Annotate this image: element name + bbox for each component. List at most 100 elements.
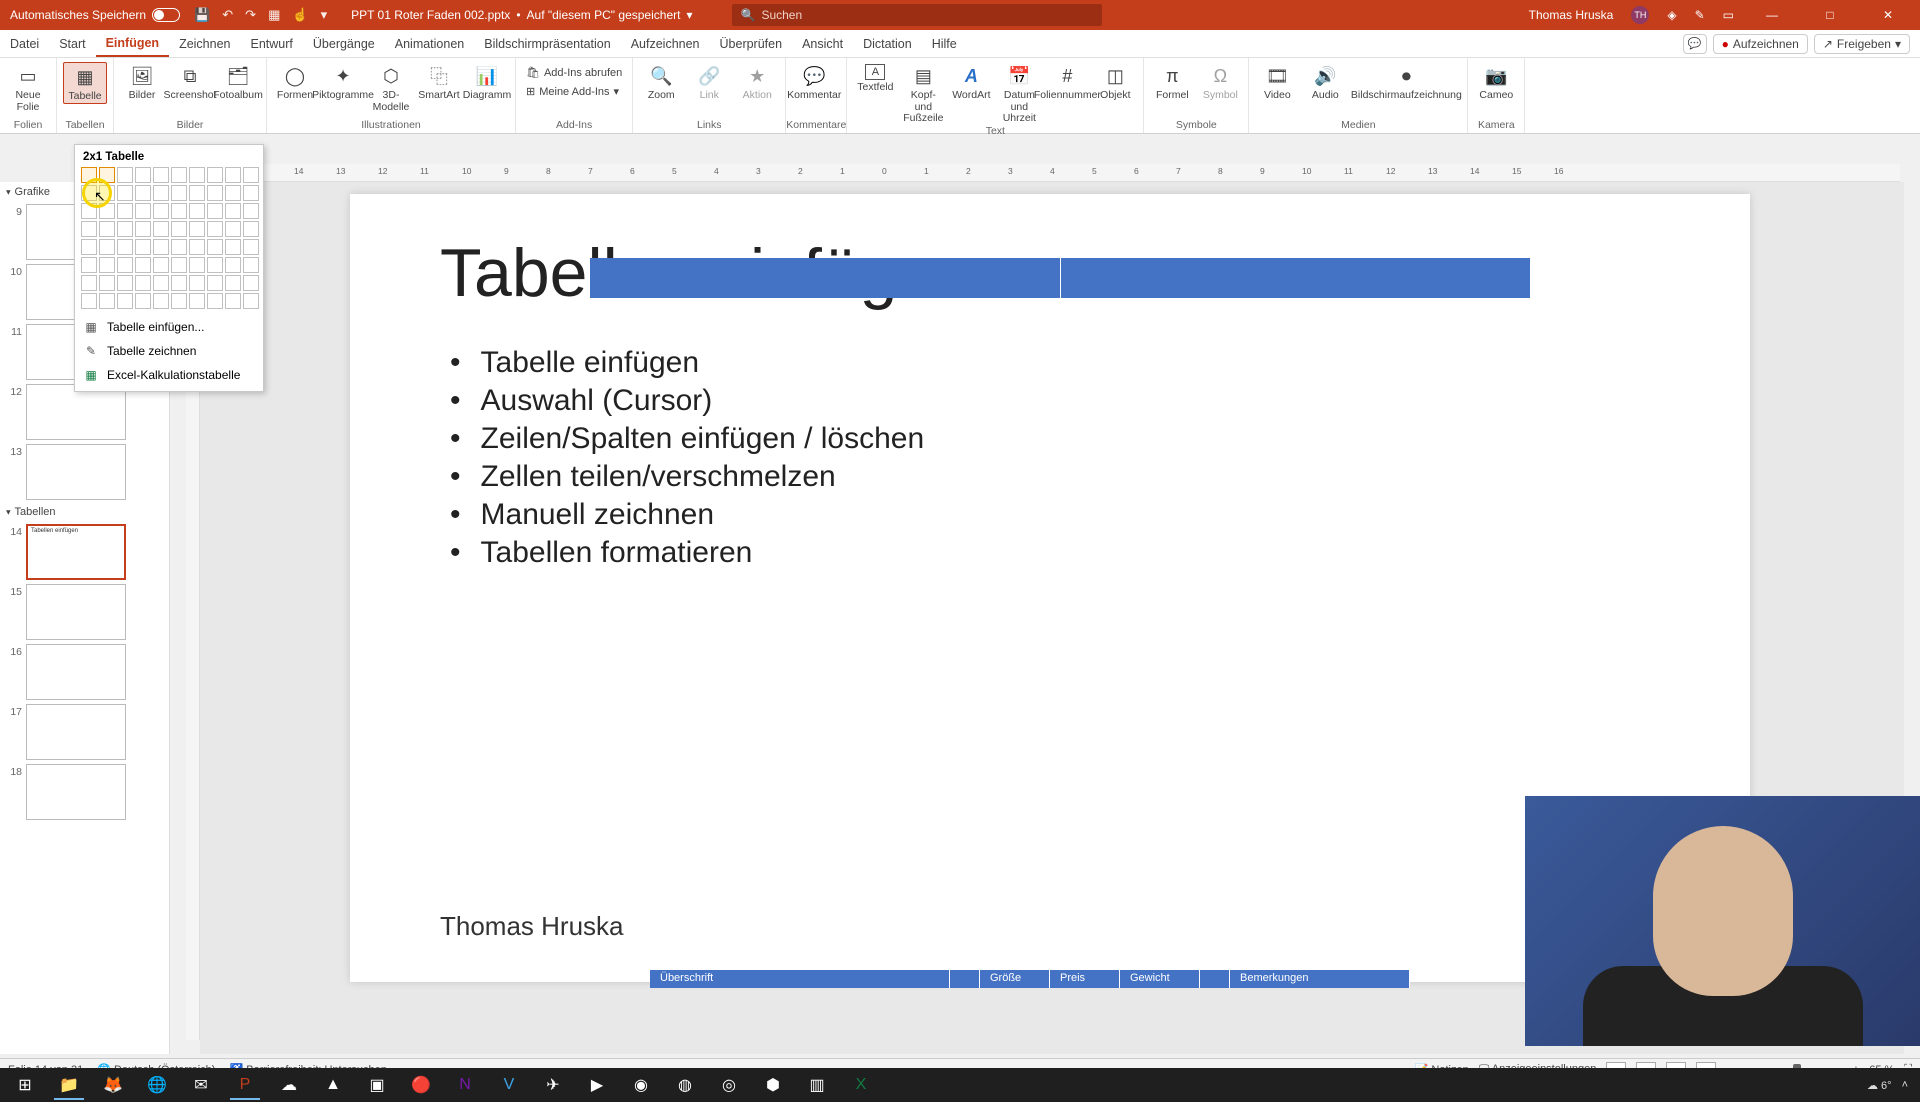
redo-icon[interactable]: ↷ — [245, 7, 256, 23]
grid-cell[interactable] — [171, 167, 187, 183]
app-icon-3[interactable]: 🔴 — [400, 1070, 442, 1100]
grid-cell[interactable] — [153, 239, 169, 255]
app-icon-8[interactable]: ▥ — [796, 1070, 838, 1100]
insert-table-menu[interactable]: ▦Tabelle einfügen... — [81, 315, 257, 339]
grid-cell[interactable] — [117, 275, 133, 291]
bullet-item[interactable]: Zeilen/Spalten einfügen / löschen — [450, 420, 924, 458]
slide-thumb-row[interactable]: 17 — [0, 702, 169, 762]
slide-bullets[interactable]: Tabelle einfügenAuswahl (Cursor)Zeilen/S… — [450, 344, 924, 572]
grid-cell[interactable] — [171, 257, 187, 273]
coming-soon-icon[interactable]: ◈ — [1667, 8, 1676, 22]
grid-cell[interactable] — [135, 257, 151, 273]
grid-cell[interactable] — [81, 185, 97, 201]
grid-cell[interactable] — [243, 275, 259, 291]
tab-uebergaenge[interactable]: Übergänge — [303, 30, 385, 57]
grid-cell[interactable] — [81, 275, 97, 291]
grid-cell[interactable] — [117, 257, 133, 273]
table-button[interactable]: ▦Tabelle — [63, 62, 107, 104]
grid-cell[interactable] — [225, 275, 241, 291]
grid-cell[interactable] — [99, 293, 115, 309]
audio-button[interactable]: 🔊Audio — [1303, 62, 1347, 102]
vlc-icon[interactable]: ▲ — [312, 1070, 354, 1100]
slide-thumb-row[interactable]: 15 — [0, 582, 169, 642]
grid-cell[interactable] — [81, 221, 97, 237]
undo-icon[interactable]: ↶ — [222, 7, 233, 23]
app-icon-7[interactable]: ⬢ — [752, 1070, 794, 1100]
equation-button[interactable]: πFormel — [1150, 62, 1194, 102]
tab-einfuegen[interactable]: Einfügen — [96, 30, 169, 57]
grid-cell[interactable] — [243, 293, 259, 309]
slide-thumbnail[interactable] — [26, 764, 126, 820]
share-button[interactable]: ↗Freigeben▾ — [1814, 34, 1910, 54]
section-tabellen[interactable]: Tabellen — [0, 502, 169, 522]
grid-cell[interactable] — [99, 239, 115, 255]
slide-thumb-row[interactable]: 13 — [0, 442, 169, 502]
bullet-item[interactable]: Tabelle einfügen — [450, 344, 924, 382]
grid-cell[interactable] — [135, 293, 151, 309]
grid-cell[interactable] — [189, 257, 205, 273]
chrome-icon[interactable]: 🌐 — [136, 1070, 178, 1100]
wordart-button[interactable]: AWordArt — [949, 62, 993, 102]
slide-thumbnail[interactable] — [26, 704, 126, 760]
slide-thumbnail[interactable] — [26, 644, 126, 700]
tab-aufzeichnen[interactable]: Aufzeichnen — [621, 30, 710, 57]
grid-cell[interactable] — [153, 275, 169, 291]
screen-recording-button[interactable]: ⏺Bildschirmaufzeichnung — [1351, 62, 1461, 102]
draw-table-menu[interactable]: ✎Tabelle zeichnen — [81, 339, 257, 363]
slide-thumb-row[interactable]: 18 — [0, 762, 169, 822]
grid-cell[interactable] — [207, 257, 223, 273]
grid-cell[interactable] — [171, 239, 187, 255]
get-addins-button[interactable]: 🛍Add-Ins abrufen — [522, 64, 626, 81]
chart-button[interactable]: 📊Diagramm — [465, 62, 509, 102]
vscode-icon[interactable]: V — [488, 1070, 530, 1100]
new-slide-button[interactable]: ▭Neue Folie — [6, 62, 50, 113]
tab-start[interactable]: Start — [49, 30, 95, 57]
grid-cell[interactable] — [243, 185, 259, 201]
window-layout-icon[interactable]: ▭ — [1723, 8, 1734, 22]
app-icon-1[interactable]: ☁ — [268, 1070, 310, 1100]
grid-cell[interactable] — [99, 185, 115, 201]
close-button[interactable]: ✕ — [1868, 8, 1908, 22]
firefox-icon[interactable]: 🦊 — [92, 1070, 134, 1100]
grid-cell[interactable] — [117, 185, 133, 201]
grid-cell[interactable] — [207, 167, 223, 183]
tab-ueberpruefen[interactable]: Überprüfen — [710, 30, 793, 57]
slide-thumb-row[interactable]: 14Tabellen einfügen — [0, 522, 169, 582]
tab-animationen[interactable]: Animationen — [385, 30, 475, 57]
grid-cell[interactable] — [207, 239, 223, 255]
record-button[interactable]: ●Aufzeichnen — [1713, 34, 1808, 54]
grid-cell[interactable] — [81, 239, 97, 255]
shapes-button[interactable]: ◯Formen — [273, 62, 317, 102]
grid-cell[interactable] — [225, 239, 241, 255]
grid-cell[interactable] — [135, 203, 151, 219]
cameo-button[interactable]: 📷Cameo — [1474, 62, 1518, 102]
grid-cell[interactable] — [171, 275, 187, 291]
grid-cell[interactable] — [225, 167, 241, 183]
grid-cell[interactable] — [117, 221, 133, 237]
comment-button[interactable]: 💬Kommentar — [792, 62, 836, 102]
weather-widget[interactable]: ☁ 6° — [1867, 1079, 1892, 1092]
grid-cell[interactable] — [117, 293, 133, 309]
screenshot-button[interactable]: ⧉Screenshot — [168, 62, 212, 102]
link-button[interactable]: 🔗Link — [687, 62, 731, 102]
grid-cell[interactable] — [207, 275, 223, 291]
app-icon-5[interactable]: ◍ — [664, 1070, 706, 1100]
grid-cell[interactable] — [243, 239, 259, 255]
app-icon-2[interactable]: ▣ — [356, 1070, 398, 1100]
grid-cell[interactable] — [135, 167, 151, 183]
textbox-button[interactable]: ATextfeld — [853, 62, 897, 94]
bullet-item[interactable]: Manuell zeichnen — [450, 496, 924, 534]
table-dropdown[interactable]: 2x1 Tabelle ▦Tabelle einfügen... ✎Tabell… — [74, 144, 264, 392]
grid-cell[interactable] — [225, 203, 241, 219]
3d-models-button[interactable]: ⬡3D-Modelle — [369, 62, 413, 113]
autosave-toggle[interactable] — [152, 8, 180, 22]
qat-more-icon[interactable]: ▾ — [321, 7, 328, 23]
object-button[interactable]: ◫Objekt — [1093, 62, 1137, 102]
tab-bildschirmpraesentation[interactable]: Bildschirmpräsentation — [474, 30, 620, 57]
grid-cell[interactable] — [135, 239, 151, 255]
tab-datei[interactable]: Datei — [0, 30, 49, 57]
grid-cell[interactable] — [243, 257, 259, 273]
symbol-button[interactable]: ΩSymbol — [1198, 62, 1242, 102]
tab-dictation[interactable]: Dictation — [853, 30, 922, 57]
windows-taskbar[interactable]: ⊞ 📁 🦊 🌐 ✉ P ☁ ▲ ▣ 🔴 N V ✈ ▶ ◉ ◍ ◎ ⬢ ▥ X … — [0, 1068, 1920, 1102]
